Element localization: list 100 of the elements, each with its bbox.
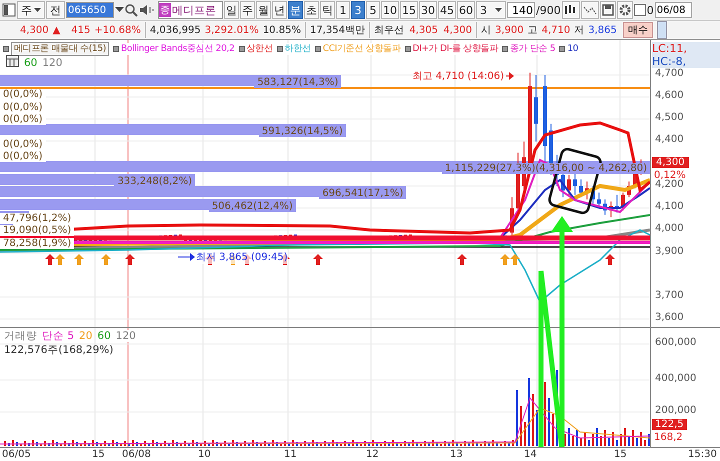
volume-profile-label: 78,258(1,9%) <box>0 238 74 249</box>
caret-icon <box>34 8 41 12</box>
interval-button[interactable]: 10 <box>381 1 399 19</box>
period-button[interactable]: 틱 <box>320 1 335 19</box>
settings-icon[interactable] <box>616 1 633 19</box>
volume-percent-label: 168,2 <box>654 432 683 443</box>
dropdown-caret-icon[interactable] <box>115 7 124 13</box>
search-icon[interactable] <box>125 4 138 16</box>
low-price-note: 최저 3,865 (09:45) <box>196 250 288 264</box>
interval-button[interactable]: 5 <box>366 1 380 19</box>
turnover-percent: 10.85% <box>262 24 301 36</box>
volume-profile-label: 0(0,0%) <box>0 89 46 100</box>
previous-button[interactable]: 전 <box>46 1 65 19</box>
period-button[interactable]: 월 <box>256 1 271 19</box>
legend-label: 종가 단순 5 <box>510 43 556 55</box>
change-mark: ▲ <box>52 24 60 36</box>
layout-icon[interactable] <box>2 3 16 17</box>
time-axis-label: 12 <box>366 449 379 460</box>
bid-price: 4,300 <box>442 24 472 36</box>
volume-profile-label: 506,462(12,4%) <box>208 200 296 212</box>
volume-profile-label: 19,090(0,5%) <box>0 225 74 236</box>
legend-marker-icon <box>238 46 244 52</box>
checkbox[interactable] <box>634 4 646 16</box>
legend-marker-icon <box>559 46 566 52</box>
period-button[interactable]: 초 <box>304 1 319 19</box>
legend-label: 120 <box>116 330 136 342</box>
time-axis-label: 10 <box>198 449 211 460</box>
ask-price: 4,305 <box>408 24 438 36</box>
sell-button[interactable] <box>656 21 667 39</box>
save-icon[interactable] <box>600 1 616 19</box>
high-pointer-arrow <box>506 72 514 80</box>
low-price: 3,865 <box>588 24 617 36</box>
legend-marker-icon <box>3 46 9 52</box>
volume-profile-label: 591,326(14,5%) <box>258 126 346 138</box>
interval-button[interactable]: 3 <box>351 1 365 19</box>
legend-label: 단순 5 <box>42 330 74 342</box>
add-indicator-icon[interactable] <box>562 1 580 19</box>
open-label: 시 <box>480 24 491 37</box>
low-label: 저 <box>574 24 584 37</box>
legend-label: 60 <box>97 330 111 342</box>
time-axis-label: 11 <box>284 449 297 460</box>
time-axis-label: 06/05 <box>2 449 31 460</box>
period-button[interactable]: 년 <box>272 1 287 19</box>
legend-marker-icon <box>314 46 321 52</box>
market-dropdown[interactable]: 주 <box>17 1 45 19</box>
checkbox-label: 0 <box>646 4 654 16</box>
high-price-note: 최고 4,710 (14:06) <box>412 70 504 83</box>
count-field[interactable]: 140 <box>507 2 535 18</box>
legend-label: 메디프론 매물대 수(15) <box>11 42 109 56</box>
legend-marker-icon <box>276 46 283 52</box>
period-button[interactable]: 분 <box>288 1 303 19</box>
volume-profile-label: 1,115,229(27,3%)(4,316,00 ~ 4,262,80) <box>442 163 650 174</box>
volume-profile-label: 0(0,0%) <box>0 114 46 126</box>
high-price: 4,710 <box>542 24 570 36</box>
legend-marker-icon <box>404 46 411 52</box>
volume-profile-label: 0(0,0%) <box>0 138 46 150</box>
interval-button[interactable]: 60 <box>457 1 475 19</box>
volume-profile-label: 583,127(14,3%) <box>254 77 342 88</box>
legend-label: 120 <box>42 56 62 68</box>
time-axis-label: 13 <box>450 449 463 460</box>
volume-axis-label: 600,000 <box>655 337 696 348</box>
legend-label: 20 <box>79 330 92 342</box>
count-max: /900 <box>536 4 561 16</box>
legend-marker-icon <box>502 46 508 52</box>
price-axis-label: 3,700 <box>655 290 684 301</box>
legend-label: DI+가 DI-를 상향돌파 <box>412 43 498 55</box>
legend-label: 거래량 <box>4 330 37 342</box>
price-axis-label: 4,100 <box>655 201 684 212</box>
interval-button[interactable]: 1 <box>336 1 350 19</box>
interval-button[interactable]: 15 <box>400 1 418 19</box>
time-axis-label: 15 <box>92 449 105 460</box>
caret-icon <box>495 8 502 12</box>
volume-percent: 3,292.01% <box>204 24 259 36</box>
change-amount: 415 <box>70 24 90 36</box>
change-percent-label: 0,12% <box>654 170 686 181</box>
interval-button[interactable]: 45 <box>438 1 456 19</box>
change-percent: +10.68% <box>94 24 141 36</box>
date-field[interactable]: 06/08 <box>654 2 692 18</box>
price-axis-label: 3,600 <box>655 312 684 323</box>
price-axis-label: 4,000 <box>655 223 684 234</box>
legend-label: CCI기준선 상향돌파 <box>322 43 401 55</box>
time-axis-label: 15:30 <box>688 449 717 460</box>
volume-reading: 122,576주(168,29%) <box>4 343 114 357</box>
stock-code-field[interactable]: 065650 <box>66 2 114 18</box>
legend-marker-icon <box>113 46 119 52</box>
volume-profile-label: 0(0,0%) <box>0 151 46 162</box>
price-axis-label: 4,700 <box>655 68 684 79</box>
current-price: 4,300 <box>20 24 49 36</box>
table-icon[interactable] <box>6 55 19 70</box>
best-quote-label: 최우선 <box>374 24 404 37</box>
period-button[interactable]: 주 <box>240 1 255 19</box>
time-axis-label: 15 <box>614 449 627 460</box>
indicator-reading: LC:11, <box>652 42 720 55</box>
stock-name-field[interactable]: 종 메디프론 <box>158 1 223 19</box>
period-button[interactable]: 일 <box>224 1 239 19</box>
legend-label: Bollinger Bands중심선 20,2 <box>121 43 234 55</box>
interval-dropdown[interactable]: 3 <box>476 1 506 19</box>
low-pointer-arrow <box>178 253 195 261</box>
buy-button[interactable]: 매수 <box>622 22 653 38</box>
interval-button[interactable]: 30 <box>419 1 437 19</box>
